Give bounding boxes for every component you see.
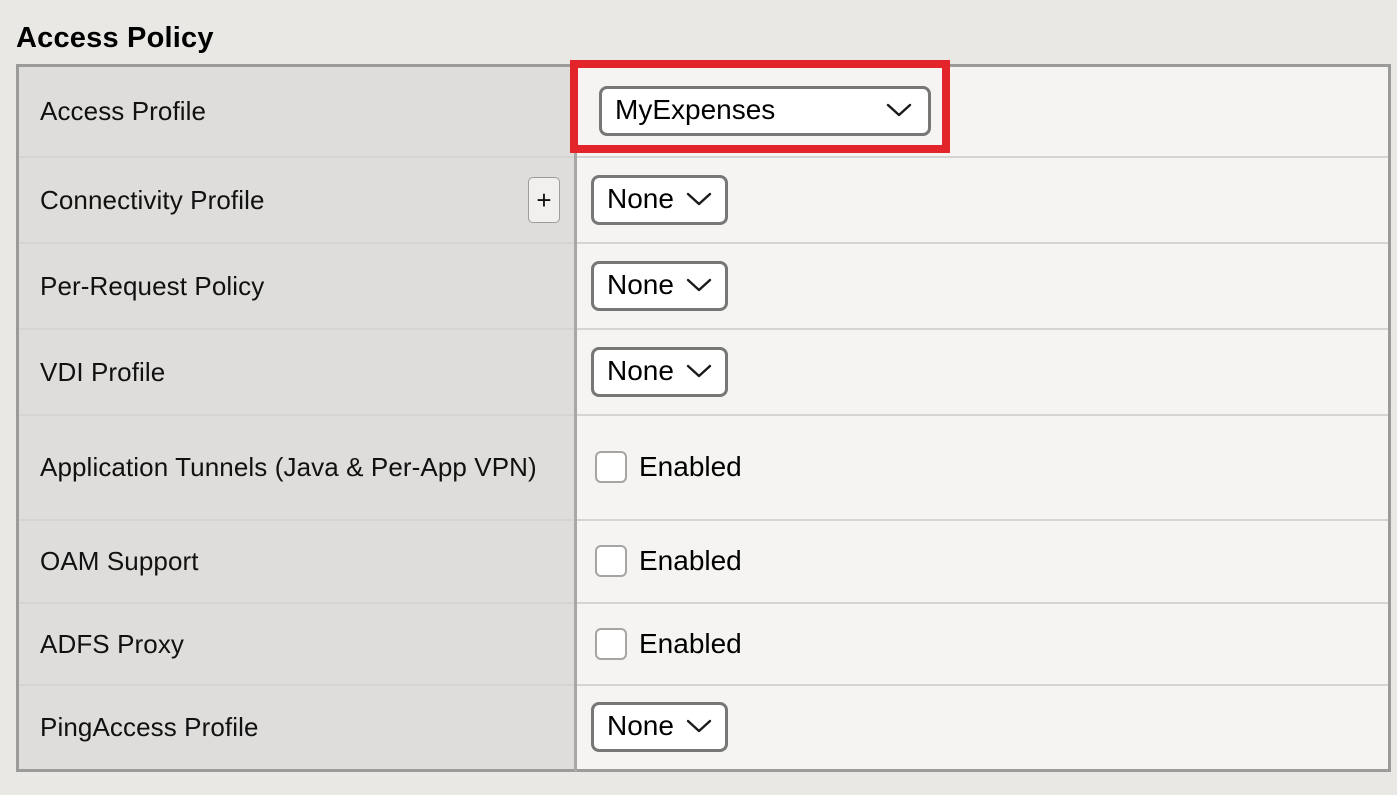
row-label: VDI Profile [40, 356, 166, 387]
chevron-down-icon [686, 191, 712, 207]
row-label: Connectivity Profile [40, 184, 265, 215]
per-request-policy-selected-value: None [607, 268, 674, 300]
adfs-proxy-checkbox-label: Enabled [639, 627, 742, 659]
row-value-cell-application-tunnels: Enabled [575, 414, 1390, 521]
row-value-cell-pingaccess-profile: None [575, 684, 1390, 771]
row-label-cell-vdi-profile: VDI Profile [17, 328, 577, 416]
row-value-cell-vdi-profile: None [575, 328, 1390, 416]
row-label: Application Tunnels (Java & Per-App VPN) [40, 452, 537, 482]
row-value-cell-adfs-proxy: Enabled [575, 602, 1390, 686]
vdi-profile-selected-value: None [607, 354, 674, 386]
access-profile-selected-value: MyExpenses [615, 94, 776, 126]
pingaccess-profile-selected-value: None [607, 710, 674, 742]
row-label: ADFS Proxy [40, 628, 185, 659]
table-row: PingAccess Profile None [17, 684, 1390, 771]
oam-support-checkbox-label: Enabled [639, 545, 742, 576]
application-tunnels-checkbox-row[interactable]: Enabled [595, 450, 742, 484]
row-label-cell-adfs-proxy: ADFS Proxy [17, 602, 577, 686]
per-request-policy-select[interactable]: None [591, 260, 728, 311]
table-row: Per-Request Policy None [17, 242, 1390, 330]
application-tunnels-checkbox[interactable] [595, 451, 627, 483]
table-row: ADFS Proxy Enabled [17, 602, 1390, 686]
row-label-cell-per-request-policy: Per-Request Policy [17, 242, 577, 330]
chevron-down-icon [686, 363, 712, 379]
row-value-cell-per-request-policy: None [575, 242, 1390, 330]
table-row: Access Profile MyExpenses [17, 65, 1390, 158]
pingaccess-profile-select[interactable]: None [591, 702, 728, 753]
access-profile-select[interactable]: MyExpenses [599, 86, 931, 137]
access-policy-page: Access Policy Access Profile MyExpenses [0, 0, 1397, 795]
row-value-cell-oam-support: Enabled [575, 519, 1390, 604]
chevron-down-icon [886, 102, 912, 118]
connectivity-profile-select[interactable]: None [591, 174, 728, 225]
row-label-cell-pingaccess-profile: PingAccess Profile [17, 684, 577, 771]
table-row: OAM Support Enabled [17, 519, 1390, 604]
row-label: Per-Request Policy [40, 270, 265, 301]
row-label-cell-application-tunnels: Application Tunnels (Java & Per-App VPN) [17, 414, 577, 521]
access-policy-table: Access Profile MyExpenses Connectivity P… [16, 64, 1391, 772]
chevron-down-icon [686, 277, 712, 293]
row-label-cell-access-profile: Access Profile [17, 65, 577, 158]
row-value-cell-connectivity-profile: None [575, 156, 1390, 244]
adfs-proxy-checkbox[interactable] [595, 627, 627, 660]
page-title: Access Policy [16, 22, 214, 54]
table-row: VDI Profile None [17, 328, 1390, 416]
add-connectivity-profile-button[interactable]: + [528, 176, 560, 223]
row-label: PingAccess Profile [40, 712, 259, 743]
application-tunnels-checkbox-label: Enabled [639, 451, 742, 482]
table-row: Application Tunnels (Java & Per-App VPN)… [17, 414, 1390, 521]
adfs-proxy-checkbox-row[interactable]: Enabled [595, 627, 742, 661]
row-label-cell-connectivity-profile: Connectivity Profile + [17, 156, 577, 244]
row-label: Access Profile [40, 96, 207, 127]
table-row: Connectivity Profile + None [17, 156, 1390, 244]
row-label: OAM Support [40, 546, 199, 576]
connectivity-profile-selected-value: None [607, 182, 674, 214]
chevron-down-icon [686, 718, 712, 734]
oam-support-checkbox[interactable] [595, 545, 627, 577]
vdi-profile-select[interactable]: None [591, 346, 728, 397]
oam-support-checkbox-row[interactable]: Enabled [595, 544, 742, 578]
row-label-cell-oam-support: OAM Support [17, 519, 577, 604]
row-value-cell-access-profile: MyExpenses [575, 65, 1390, 158]
